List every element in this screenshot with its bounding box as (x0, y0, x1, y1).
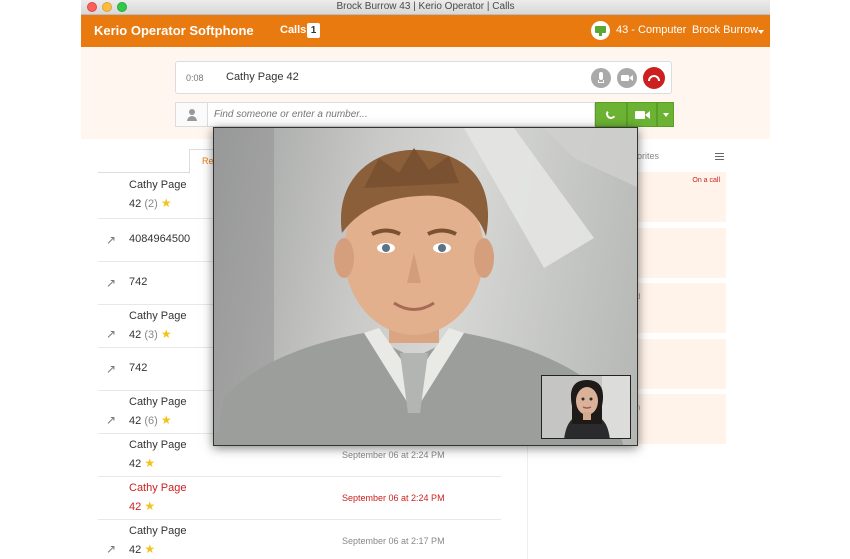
mute-microphone-button[interactable] (591, 68, 611, 88)
extension-number: 42 (129, 198, 142, 210)
toggle-camera-button[interactable] (617, 68, 637, 88)
call-timestamp: September 06 at 2:17 PM (342, 536, 445, 546)
video-call-window[interactable] (213, 127, 638, 446)
caller-extension: 42 ★ (129, 499, 155, 513)
video-camera-icon (635, 111, 645, 119)
hamburger-menu-icon[interactable] (715, 153, 724, 160)
presence-status: On a call (692, 177, 720, 184)
caller-extension: 42 ★ (129, 456, 155, 470)
titlebar: Brock Burrow 43 | Kerio Operator | Calls (81, 0, 770, 15)
outgoing-call-arrow-icon: ↗ (106, 413, 117, 427)
call-count: (3) (144, 329, 158, 341)
dial-search-row (175, 102, 595, 127)
active-call-bar: 0:08 Cathy Page 42 (175, 61, 672, 94)
audio-call-button[interactable] (595, 102, 627, 127)
caller-name: 4084964500 (129, 233, 191, 245)
person-icon (176, 103, 208, 126)
favorite-star-icon[interactable]: ★ (161, 196, 172, 210)
caller-name: Cathy Page (129, 482, 187, 494)
extension-number: 42 (129, 458, 142, 470)
calls-count-badge: 1 (307, 23, 320, 38)
extension-number: 42 (129, 501, 142, 513)
outgoing-call-arrow-icon: ↗ (106, 542, 117, 556)
outgoing-call-arrow-icon: ↗ (106, 362, 117, 376)
video-camera-icon (621, 75, 629, 81)
outgoing-call-arrow-icon: ↗ (106, 276, 117, 290)
user-menu[interactable]: Brock Burrow (692, 24, 758, 36)
extension-number: 42 (129, 329, 142, 341)
device-label[interactable]: 43 - Computer (616, 24, 686, 36)
caller-name: Cathy Page (129, 179, 187, 191)
call-party-name: Cathy Page 42 (226, 71, 299, 83)
call-timestamp: September 06 at 2:24 PM (342, 450, 445, 460)
extension-number: 42 (129, 544, 142, 556)
outgoing-call-arrow-icon: ↗ (106, 327, 117, 341)
recent-call-row[interactable]: Cathy Page 42 ★ September 06 at 2:24 PM (98, 477, 501, 520)
caller-name: Cathy Page (129, 396, 187, 408)
favorite-star-icon[interactable]: ★ (144, 456, 155, 470)
calls-nav-link[interactable]: Calls (280, 24, 306, 36)
computer-icon (591, 21, 610, 40)
caller-name: Cathy Page (129, 310, 187, 322)
favorite-star-icon[interactable]: ★ (144, 542, 155, 556)
caller-name: Cathy Page (129, 525, 187, 537)
outgoing-call-arrow-icon: ↗ (106, 233, 117, 247)
caller-name: Cathy Page (129, 439, 187, 451)
caller-extension: 42 (2) ★ (129, 196, 172, 210)
call-timer: 0:08 (186, 73, 204, 83)
favorite-star-icon[interactable]: ★ (161, 327, 172, 341)
microphone-icon (599, 72, 603, 80)
call-count: (6) (144, 415, 158, 427)
call-options-dropdown[interactable] (657, 102, 674, 127)
caller-extension: 42 ★ (129, 542, 155, 556)
call-area: 0:08 Cathy Page 42 (81, 47, 770, 139)
chevron-down-icon (663, 113, 669, 117)
recent-call-row[interactable]: ↗ Cathy Page 42 ★ September 06 at 2:17 PM (98, 520, 501, 559)
extension-number: 42 (129, 415, 142, 427)
favorite-star-icon[interactable]: ★ (144, 499, 155, 513)
window-title: Brock Burrow 43 | Kerio Operator | Calls (336, 1, 515, 12)
search-input[interactable] (214, 107, 584, 122)
hang-up-button[interactable] (643, 67, 665, 89)
video-call-button[interactable] (627, 102, 657, 127)
favorite-star-icon[interactable]: ★ (161, 413, 172, 427)
self-view-preview[interactable] (541, 375, 631, 439)
caller-name: 742 (129, 276, 148, 288)
call-count: (2) (144, 198, 158, 210)
caller-name: 742 (129, 362, 148, 374)
app-header: Kerio Operator Softphone Calls 1 43 - Co… (81, 15, 770, 47)
app-brand: Kerio Operator Softphone (94, 23, 254, 38)
call-timestamp: September 06 at 2:24 PM (342, 493, 445, 503)
caller-extension: 42 (3) ★ (129, 327, 172, 341)
chevron-down-icon[interactable] (758, 30, 764, 34)
self-view-feed (542, 376, 630, 438)
hang-up-phone-icon (648, 75, 660, 81)
caller-extension: 42 (6) ★ (129, 413, 172, 427)
phone-icon (605, 108, 617, 120)
